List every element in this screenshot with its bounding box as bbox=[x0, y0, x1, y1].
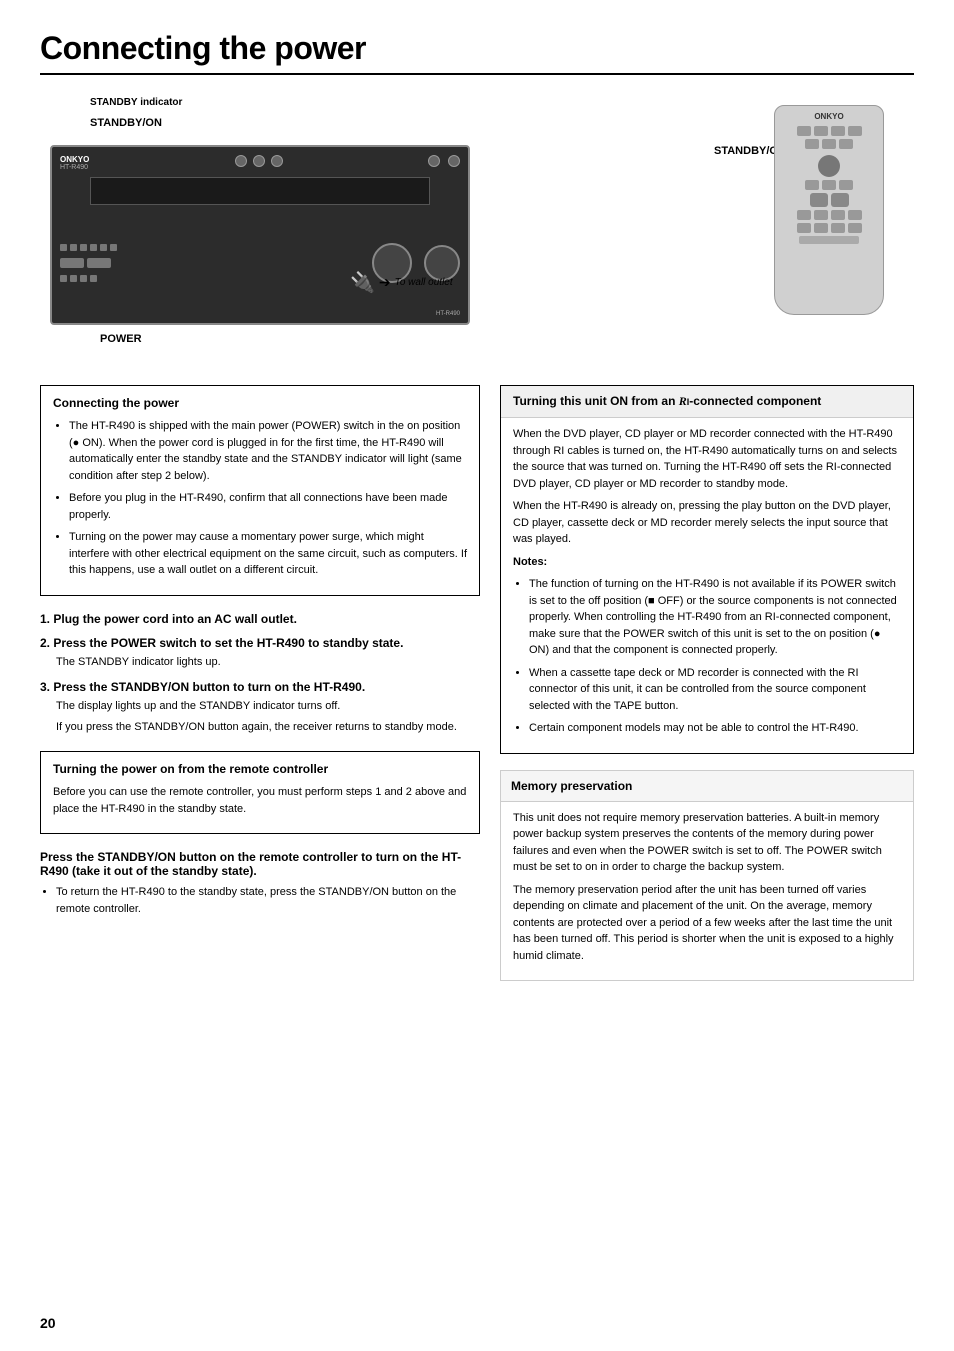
bullet-3: Turning on the power may cause a momenta… bbox=[69, 529, 467, 579]
notes-list: The function of turning on the HT-R490 i… bbox=[529, 576, 901, 737]
remote-section-intro: Before you can use the remote controller… bbox=[53, 784, 467, 817]
connecting-power-bullets: The HT-R490 is shipped with the main pow… bbox=[69, 418, 467, 579]
step-3-desc1: The display lights up and the STANDBY in… bbox=[56, 698, 480, 715]
step-2-desc: The STANDBY indicator lights up. bbox=[56, 654, 480, 671]
diagram-area: STANDBY indicator STANDBY/ON ONKYO HT-R4… bbox=[40, 95, 914, 355]
remote-section-title: Turning the power on from the remote con… bbox=[53, 762, 467, 776]
note-3: Certain component models may not be able… bbox=[529, 720, 901, 737]
remote-instruction-title: Press the STANDBY/ON button on the remot… bbox=[40, 850, 480, 878]
memory-title: Memory preservation bbox=[501, 771, 913, 802]
receiver-image: ONKYO HT-R490 bbox=[50, 145, 470, 325]
wall-outlet-label: To wall outlet bbox=[395, 277, 453, 288]
memory-body-1: This unit does not require memory preser… bbox=[513, 810, 901, 876]
step-3-title: 3. Press the STANDBY/ON button to turn o… bbox=[40, 680, 480, 694]
power-label: POWER bbox=[100, 333, 142, 345]
remote-image: ONKYO bbox=[774, 105, 884, 315]
ri-body-1: When the DVD player, CD player or MD rec… bbox=[513, 426, 901, 492]
standby-indicator-label: STANDBY indicator bbox=[90, 97, 182, 108]
step-1-number: 1. bbox=[40, 612, 50, 626]
notes-title: Notes: bbox=[513, 554, 901, 571]
standby-on-label: STANDBY/ON bbox=[90, 117, 162, 129]
outlet-connector: 🔌 ➔ To wall outlet bbox=[350, 270, 453, 295]
remote-bullet: To return the HT-R490 to the standby sta… bbox=[56, 884, 480, 917]
content-area: Connecting the power The HT-R490 is ship… bbox=[40, 385, 914, 981]
ri-body-2: When the HT-R490 is already on, pressing… bbox=[513, 498, 901, 548]
connecting-power-title: Connecting the power bbox=[53, 396, 467, 410]
left-column: Connecting the power The HT-R490 is ship… bbox=[40, 385, 480, 981]
right-column: Turning this unit ON from an RI-connecte… bbox=[500, 385, 914, 981]
ri-title-text: Turning this unit ON from an RI-connecte… bbox=[513, 394, 821, 408]
model-text: HT-R490 bbox=[436, 311, 460, 317]
step-1-text: Plug the power cord into an AC wall outl… bbox=[53, 612, 297, 626]
receiver-diagram-area: STANDBY indicator STANDBY/ON ONKYO HT-R4… bbox=[40, 95, 774, 325]
memory-body: This unit does not require memory preser… bbox=[501, 810, 913, 965]
note-2: When a cassette tape deck or MD recorder… bbox=[529, 665, 901, 715]
step-2-title: 2. Press the POWER switch to set the HT-… bbox=[40, 636, 480, 650]
step-2-number: 2. bbox=[40, 636, 50, 650]
step-3-text: Press the STANDBY/ON button to turn on t… bbox=[53, 680, 365, 694]
page-number: 20 bbox=[40, 1315, 56, 1331]
step-2-text: Press the POWER switch to set the HT-R49… bbox=[53, 636, 403, 650]
bullet-2: Before you plug in the HT-R490, confirm … bbox=[69, 490, 467, 523]
ri-connected-box: Turning this unit ON from an RI-connecte… bbox=[500, 385, 914, 754]
bullet-1: The HT-R490 is shipped with the main pow… bbox=[69, 418, 467, 484]
arrow-icon: ➔ bbox=[379, 274, 391, 291]
page-title: Connecting the power bbox=[40, 30, 914, 75]
receiver-display bbox=[90, 177, 430, 205]
memory-body-2: The memory preservation period after the… bbox=[513, 882, 901, 965]
step-1: 1. Plug the power cord into an AC wall o… bbox=[40, 612, 480, 626]
step-1-title: 1. Plug the power cord into an AC wall o… bbox=[40, 612, 480, 626]
ri-connected-title: Turning this unit ON from an RI-connecte… bbox=[501, 386, 913, 418]
remote-logo: ONKYO bbox=[781, 112, 877, 121]
step-3-desc2: If you press the STANDBY/ON button again… bbox=[56, 719, 480, 736]
step-2: 2. Press the POWER switch to set the HT-… bbox=[40, 636, 480, 671]
plug-icon: 🔌 bbox=[350, 270, 375, 295]
connecting-power-box: Connecting the power The HT-R490 is ship… bbox=[40, 385, 480, 596]
step-3-number: 3. bbox=[40, 680, 50, 694]
step-3: 3. Press the STANDBY/ON button to turn o… bbox=[40, 680, 480, 735]
memory-box: Memory preservation This unit does not r… bbox=[500, 770, 914, 982]
note-1: The function of turning on the HT-R490 i… bbox=[529, 576, 901, 659]
remote-instruction-area: Press the STANDBY/ON button on the remot… bbox=[40, 850, 480, 917]
remote-section-box: Turning the power on from the remote con… bbox=[40, 751, 480, 834]
remote-diagram-area: STANDBY/ON ONKYO bbox=[774, 95, 914, 315]
